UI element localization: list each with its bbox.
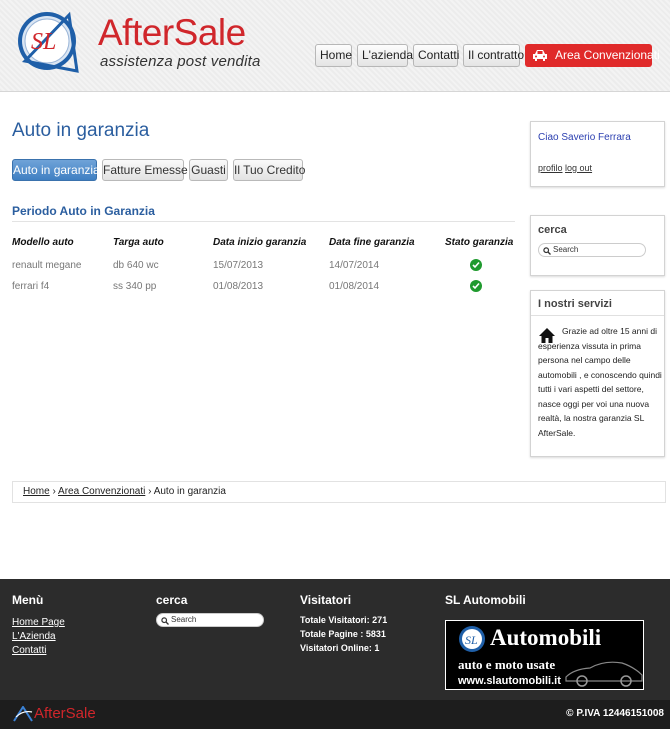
breadcrumb: Home › Area Convenzionati › Auto in gara… bbox=[12, 481, 666, 503]
services-divider bbox=[531, 315, 664, 316]
column-header-data-inizio: Data inizio garanzia bbox=[213, 237, 307, 248]
services-text: Grazie ad oltre 15 anni di esperienza vi… bbox=[538, 326, 662, 438]
sidebar-search-box: cerca Search bbox=[530, 215, 665, 276]
visitors-total: Totale Visitatori: 271 bbox=[300, 615, 388, 625]
footer-home-link[interactable]: Home Page bbox=[12, 617, 65, 628]
banner-subtitle: auto e moto usate bbox=[458, 657, 556, 672]
breadcrumb-current: Auto in garanzia bbox=[153, 486, 226, 497]
car-icon bbox=[533, 50, 547, 61]
cell-start-date: 15/07/2013 bbox=[213, 260, 264, 271]
logout-link[interactable]: log out bbox=[565, 163, 592, 173]
footer-search-input[interactable]: Search bbox=[156, 613, 264, 627]
footer-search-title: cerca bbox=[156, 593, 188, 607]
footer-search-placeholder: Search bbox=[171, 615, 197, 624]
bottom-bar: AfterSale © P.IVA 12446151008 bbox=[0, 700, 670, 729]
car-silhouette-icon bbox=[565, 661, 643, 687]
footer-partner-title: SL Automobili bbox=[445, 593, 526, 607]
user-box: Ciao Saverio Ferrara profilo log out bbox=[530, 121, 665, 187]
search-icon bbox=[161, 617, 169, 625]
search-icon bbox=[543, 247, 551, 255]
nav-area-convenzionati-label: Area Convenzionati bbox=[555, 48, 660, 62]
svg-text:SL: SL bbox=[31, 29, 56, 55]
nav-contratto-button[interactable]: Il contratto bbox=[463, 44, 524, 67]
sidebar-search-title: cerca bbox=[538, 224, 567, 236]
svg-text:SL: SL bbox=[465, 633, 478, 647]
services-title: I nostri servizi bbox=[538, 298, 612, 310]
cell-end-date: 14/07/2014 bbox=[329, 260, 380, 271]
banner-title: Automobili bbox=[490, 625, 602, 650]
aftersale-small-logo-icon bbox=[13, 706, 33, 722]
section-title: Periodo Auto in Garanzia bbox=[12, 204, 155, 218]
tab-il-tuo-credito[interactable]: Il Tuo Credito bbox=[233, 159, 305, 181]
column-header-targa: Targa auto bbox=[113, 237, 164, 248]
breadcrumb-home-link[interactable]: Home bbox=[23, 486, 50, 497]
tab-guasti[interactable]: Guasti bbox=[189, 159, 228, 181]
footer-contatti-link[interactable]: Contatti bbox=[12, 645, 46, 656]
sidebar-search-input[interactable]: Search bbox=[538, 243, 646, 257]
site-footer: Menù Home Page L'Azienda Contatti cerca … bbox=[0, 579, 670, 700]
site-header: SL AfterSale assistenza post vendita Hom… bbox=[0, 0, 670, 92]
nav-azienda-button[interactable]: L'azienda bbox=[357, 44, 413, 67]
cell-start-date: 01/08/2013 bbox=[213, 281, 264, 292]
footer-menu-title: Menù bbox=[12, 593, 44, 607]
cell-model: ferrari f4 bbox=[12, 281, 50, 292]
tab-auto-in-garanzia[interactable]: Auto in garanzia bbox=[12, 159, 100, 181]
cell-plate: db 640 wc bbox=[113, 260, 159, 271]
cell-end-date: 01/08/2014 bbox=[329, 281, 380, 292]
cell-model: renault megane bbox=[12, 260, 82, 271]
breadcrumb-separator: › bbox=[52, 486, 56, 497]
nav-home-button[interactable]: Home bbox=[315, 44, 352, 67]
services-box: I nostri servizi Grazie ad oltre 15 anni… bbox=[530, 290, 665, 457]
breadcrumb-separator: › bbox=[148, 486, 152, 497]
logo-text[interactable]: AfterSale bbox=[98, 13, 246, 53]
logo-tagline: assistenza post vendita bbox=[100, 53, 261, 70]
nav-area-convenzionati-button[interactable]: Area Convenzionati bbox=[525, 44, 660, 67]
footer-azienda-link[interactable]: L'Azienda bbox=[12, 631, 56, 642]
visitors-online: Visitatori Online: 1 bbox=[300, 643, 380, 653]
page-title: Auto in garanzia bbox=[12, 120, 150, 141]
profile-link[interactable]: profilo bbox=[538, 163, 563, 173]
logo-emblem[interactable]: SL bbox=[17, 9, 81, 73]
column-header-modello: Modello auto bbox=[12, 237, 74, 248]
cell-plate: ss 340 pp bbox=[113, 281, 157, 292]
footer-visitors-title: Visitatori bbox=[300, 593, 352, 607]
section-divider bbox=[12, 221, 515, 222]
sl-logo-icon: SL bbox=[459, 626, 485, 652]
banner-url: www.slautomobili.it bbox=[458, 675, 561, 687]
tab-fatture-emesse[interactable]: Fatture Emesse bbox=[102, 159, 188, 181]
column-header-stato: Stato garanzia bbox=[445, 237, 514, 248]
breadcrumb-area-link[interactable]: Area Convenzionati bbox=[58, 486, 145, 497]
column-header-data-fine: Data fine garanzia bbox=[329, 237, 415, 248]
copyright: © P.IVA 12446151008 bbox=[566, 708, 664, 719]
check-icon bbox=[470, 280, 482, 292]
nav-contatti-button[interactable]: Contatti bbox=[413, 44, 459, 67]
user-greeting[interactable]: Ciao Saverio Ferrara bbox=[538, 132, 631, 143]
visitors-pages: Totale Pagine : 5831 bbox=[300, 629, 386, 639]
sidebar-search-placeholder: Search bbox=[553, 245, 579, 254]
check-icon bbox=[470, 259, 482, 271]
bottom-logo-text[interactable]: AfterSale bbox=[34, 705, 96, 722]
sl-automobili-banner[interactable]: SL Automobili auto e moto usate www.slau… bbox=[445, 620, 644, 690]
